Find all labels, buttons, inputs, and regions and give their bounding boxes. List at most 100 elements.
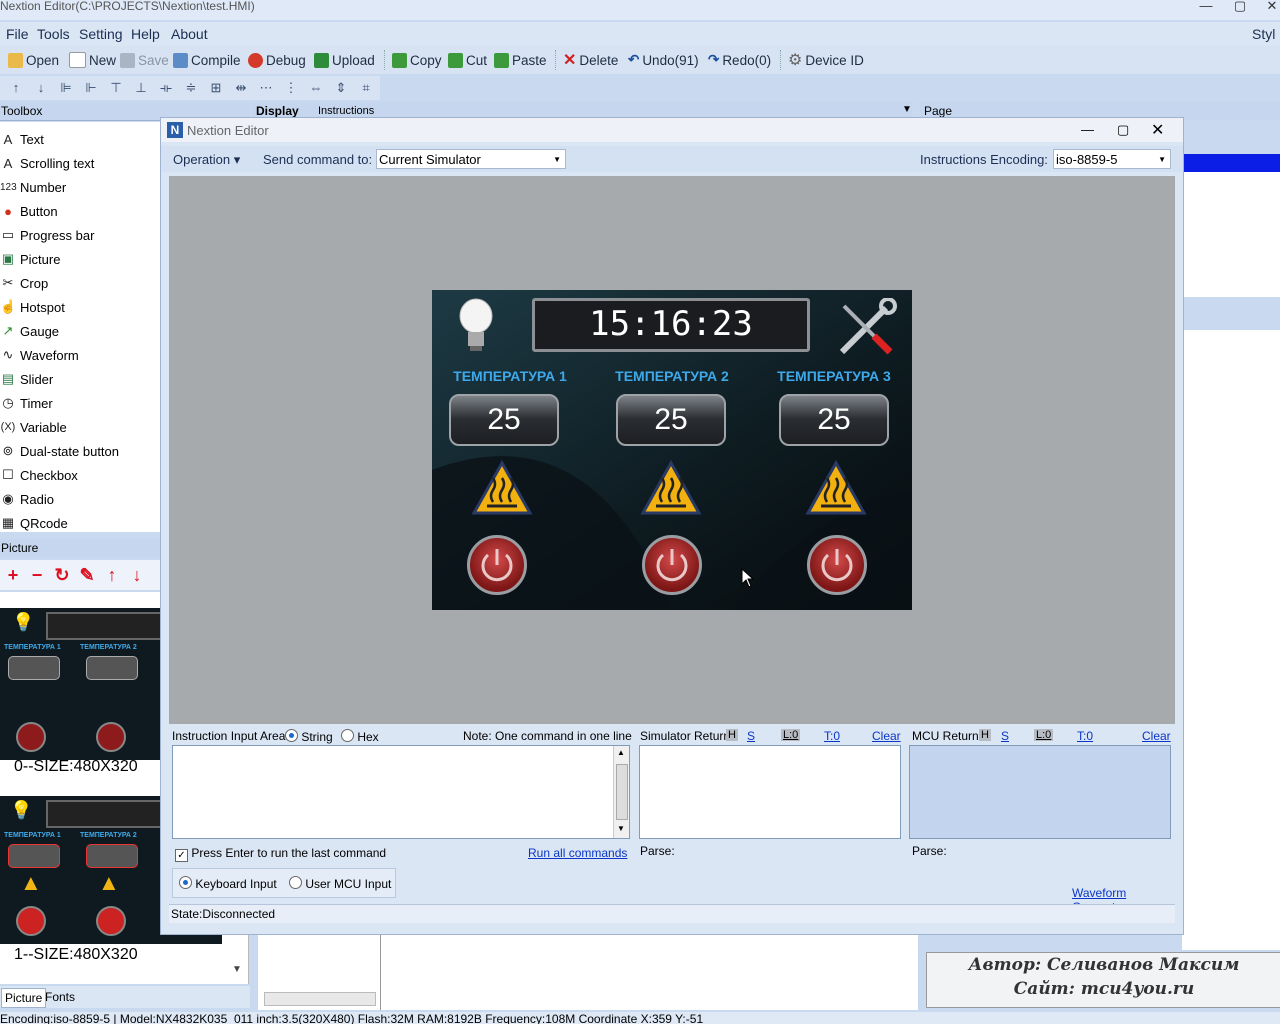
scroll-thumb[interactable]: [616, 764, 628, 820]
center-vertical-icon[interactable]: ≑: [183, 80, 199, 96]
menu-about[interactable]: About: [171, 26, 208, 42]
mcu-t-toggle[interactable]: T:0: [1077, 729, 1093, 743]
press-enter-checkbox[interactable]: ✓ Press Enter to run the last command: [175, 846, 386, 862]
tool-timer[interactable]: ◷ Timer: [0, 392, 52, 414]
device-id-button[interactable]: ⚙ Device ID: [788, 51, 864, 69]
delete-button[interactable]: ✕ Delete: [563, 51, 618, 69]
tool-checkbox[interactable]: ☐ Checkbox: [0, 464, 78, 486]
tab-picture[interactable]: Picture: [1, 988, 47, 1008]
tool-variable[interactable]: (X) Variable: [0, 416, 67, 438]
bring-down-icon[interactable]: ↓: [33, 80, 49, 96]
sim-h-toggle[interactable]: H: [726, 729, 738, 741]
tool-waveform[interactable]: ∿ Waveform: [0, 344, 79, 366]
open-button[interactable]: Open: [8, 51, 59, 69]
align-right-icon[interactable]: ⊩: [83, 80, 99, 96]
tool-dual-state-button[interactable]: ⊚ Dual-state button: [0, 440, 119, 462]
sim-l-toggle[interactable]: L:0: [781, 729, 801, 741]
power-button-3[interactable]: [807, 535, 867, 595]
bring-up-icon[interactable]: ↑: [8, 80, 24, 96]
tool-progress-bar[interactable]: ▭ Progress bar: [0, 224, 95, 246]
same-height-icon[interactable]: ⇕: [333, 80, 349, 96]
paste-button[interactable]: Paste: [494, 51, 547, 69]
tool-slider[interactable]: ▤ Slider: [0, 368, 53, 390]
settings-tools-icon[interactable]: [836, 298, 898, 358]
menu-tools[interactable]: Tools: [37, 26, 70, 42]
scroll-up-icon[interactable]: ▲: [617, 748, 625, 757]
tool-button[interactable]: ● Button: [0, 200, 58, 222]
tool-text[interactable]: A Text: [0, 128, 44, 150]
menu-file[interactable]: File: [6, 26, 29, 42]
run-all-commands-link[interactable]: Run all commands: [528, 846, 627, 860]
send-target-select[interactable]: Current Simulator ▼: [376, 149, 566, 169]
replace-icon[interactable]: ↻: [53, 566, 71, 584]
power-button-2[interactable]: [642, 535, 702, 595]
cut-button[interactable]: Cut: [448, 51, 487, 69]
scroll-down-icon[interactable]: ▼: [232, 964, 242, 975]
mcu-h-toggle[interactable]: H: [979, 729, 991, 741]
maximize-icon[interactable]: ▢: [1230, 0, 1250, 14]
minimize-icon[interactable]: —: [1196, 0, 1216, 14]
debug-button[interactable]: Debug: [248, 51, 306, 69]
edit-icon[interactable]: ✎: [78, 566, 96, 584]
menu-setting[interactable]: Setting: [79, 26, 123, 42]
save-button[interactable]: Save: [120, 51, 169, 69]
close-icon[interactable]: ✕: [1262, 0, 1280, 14]
sim-clear-link[interactable]: Clear: [872, 729, 901, 743]
redo-button[interactable]: ↷ Redo(0): [708, 51, 771, 69]
distribute-v-icon[interactable]: ⋮: [283, 80, 299, 96]
encoding-select[interactable]: iso-8859-5 ▼: [1053, 149, 1171, 169]
mcu-return-box[interactable]: [909, 745, 1171, 839]
bulb-icon[interactable]: [456, 296, 496, 354]
hspacing-icon[interactable]: ⇹: [233, 80, 249, 96]
sim-t-toggle[interactable]: T:0: [824, 729, 840, 743]
simulator-return-box[interactable]: [639, 745, 901, 839]
align-left-icon[interactable]: ⊫: [58, 80, 74, 96]
dialog-maximize-icon[interactable]: ▢: [1117, 122, 1129, 138]
scroll-down-icon[interactable]: ▼: [617, 824, 625, 833]
mcu-clear-link[interactable]: Clear: [1142, 729, 1171, 743]
move-down-icon[interactable]: ↓: [128, 566, 146, 584]
horizontal-scrollbar[interactable]: [264, 992, 376, 1006]
remove-icon[interactable]: −: [28, 566, 46, 584]
mcu-s-toggle[interactable]: S: [1001, 729, 1009, 743]
compile-button[interactable]: Compile: [173, 51, 241, 69]
mcu-l-toggle[interactable]: L:0: [1034, 729, 1054, 741]
tool-picture[interactable]: ▣ Picture: [0, 248, 61, 270]
move-up-icon[interactable]: ↑: [103, 566, 121, 584]
same-size-icon[interactable]: ⊞: [208, 80, 224, 96]
tool-number[interactable]: 123 Number: [0, 176, 66, 198]
instruction-input[interactable]: ▲ ▼: [172, 745, 630, 839]
new-button[interactable]: New: [69, 51, 116, 69]
upload-button[interactable]: Upload: [314, 51, 375, 69]
tool-radio[interactable]: ◉ Radio: [0, 488, 54, 510]
power-button-1[interactable]: [467, 535, 527, 595]
simulator-screen[interactable]: 15:16:23 ТЕМПЕРАТУРА 1 ТЕМПЕРАТУРА 2 ТЕМ…: [432, 290, 912, 610]
tool-hotspot[interactable]: ☝ Hotspot: [0, 296, 65, 318]
same-width-icon[interactable]: ⇔: [308, 80, 324, 96]
snap-icon[interactable]: ⌗: [358, 80, 374, 96]
undo-button[interactable]: ↶ Undo(91): [628, 51, 699, 69]
dropdown-icon[interactable]: ▼: [902, 104, 912, 115]
distribute-h-icon[interactable]: ⋯: [258, 80, 274, 96]
picture-thumbnail-0[interactable]: 💡 ТЕМПЕРАТУРА 1 ТЕМПЕРАТУРА 2: [0, 608, 160, 760]
sim-s-toggle[interactable]: S: [747, 729, 755, 743]
selected-page-row[interactable]: [1182, 154, 1280, 172]
center-horizontal-icon[interactable]: ⟛: [158, 80, 174, 96]
keyboard-input-radio[interactable]: Keyboard Input: [179, 876, 277, 891]
operation-menu[interactable]: Operation ▾: [173, 152, 240, 168]
add-icon[interactable]: +: [4, 566, 22, 584]
tab-fonts[interactable]: Fonts: [42, 988, 78, 1006]
tool-scrolling-text[interactable]: A Scrolling text: [0, 152, 95, 174]
user-mcu-input-radio[interactable]: User MCU Input: [289, 876, 391, 891]
tool-crop[interactable]: ✂ Crop: [0, 272, 49, 294]
align-bottom-icon[interactable]: ⊥: [133, 80, 149, 96]
mode-string-radio[interactable]: String: [285, 729, 333, 744]
tool-gauge[interactable]: ↗ Gauge: [0, 320, 60, 342]
dialog-close-icon[interactable]: ✕: [1151, 120, 1164, 140]
input-scrollbar[interactable]: ▲ ▼: [613, 746, 629, 838]
tool-qrcode[interactable]: ▦ QRcode: [0, 512, 68, 534]
tab-instructions[interactable]: Instructions: [318, 105, 374, 117]
align-top-icon[interactable]: ⊤: [108, 80, 124, 96]
menu-help[interactable]: Help: [131, 26, 160, 42]
dialog-minimize-icon[interactable]: —: [1081, 122, 1094, 137]
